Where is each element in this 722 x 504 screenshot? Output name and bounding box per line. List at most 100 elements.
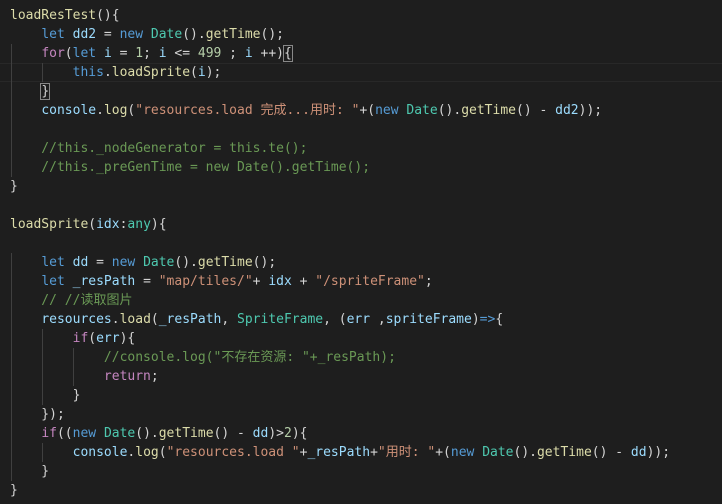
code-token: getTime: [536, 445, 592, 460]
code-token: new: [72, 426, 97, 441]
code-line[interactable]: });: [10, 405, 65, 424]
code-token: SpriteFrame: [237, 312, 324, 327]
code-token: ){: [150, 217, 167, 232]
code-token: .: [103, 65, 112, 80]
code-line[interactable]: if((new Date().getTime() - dd)>2){: [10, 424, 307, 443]
code-line[interactable]: //console.log("不存在资源: "+_resPath);: [10, 348, 396, 367]
code-token: });: [10, 407, 65, 422]
code-token: +(: [435, 445, 451, 460]
code-token: =: [135, 274, 159, 289]
code-token: this: [72, 65, 104, 80]
code-token: // //读取图片: [10, 293, 133, 308]
code-token: ;: [143, 46, 159, 61]
code-line[interactable]: let dd = new Date().getTime();: [10, 253, 276, 272]
code-line[interactable]: console.log("resources.load "+_resPath+"…: [10, 443, 670, 462]
code-line[interactable]: loadSprite(idx:any){: [10, 215, 167, 234]
code-token: )>: [268, 426, 284, 441]
code-token: dd2: [72, 27, 97, 42]
code-token: () -: [591, 445, 631, 460]
code-token: ++): [252, 46, 284, 61]
code-editor[interactable]: loadResTest(){ let dd2 = new Date().getT…: [0, 0, 722, 504]
code-token: err: [346, 312, 371, 327]
code-token: getTime: [461, 103, 516, 118]
code-token: "/spriteFrame": [315, 274, 425, 289]
code-token: _resPath: [72, 274, 136, 289]
code-line[interactable]: }: [10, 462, 49, 481]
code-line[interactable]: console.log("resources.load 完成...用时: "+(…: [10, 101, 602, 120]
code-line[interactable]: loadResTest(){: [10, 6, 120, 25]
code-token: new: [119, 27, 144, 42]
code-line[interactable]: let dd2 = new Date().getTime();: [10, 25, 284, 44]
code-token: ));: [578, 103, 603, 118]
code-token: }: [40, 83, 51, 100]
code-line[interactable]: if(err){: [10, 329, 136, 348]
code-token: }: [10, 464, 50, 479]
code-token: =: [96, 27, 120, 42]
code-token: _resPath: [158, 312, 222, 327]
code-token: +: [291, 274, 316, 289]
code-line[interactable]: for(let i = 1; i <= 499 ; i ++){: [10, 44, 293, 63]
code-token: err: [96, 331, 120, 346]
code-token: dd: [252, 426, 269, 441]
code-token: //this._nodeGenerator = this.te();: [10, 141, 308, 156]
code-token: "resources.load ": [166, 445, 300, 460]
code-token: ().: [135, 426, 159, 441]
code-token: load: [119, 312, 151, 327]
code-token: any: [127, 217, 151, 232]
code-token: (){: [96, 8, 120, 23]
code-token: getTime: [205, 27, 261, 42]
code-line[interactable]: this.loadSprite(i);: [10, 63, 222, 82]
code-token: i: [158, 46, 167, 61]
code-line[interactable]: // //读取图片: [10, 291, 132, 310]
code-line[interactable]: resources.load(_resPath, SpriteFrame, (e…: [10, 310, 503, 329]
code-line[interactable]: }: [10, 82, 51, 101]
code-line[interactable]: //this._preGenTime = new Date().getTime(…: [10, 158, 370, 177]
code-line[interactable]: }: [10, 177, 18, 196]
code-token: "map/tiles/": [158, 274, 253, 289]
code-token: let: [41, 255, 65, 270]
code-token: ();: [252, 255, 277, 270]
code-token: let: [41, 274, 65, 289]
code-token: ().: [437, 103, 462, 118]
code-line[interactable]: let _resPath = "map/tiles/"+ idx + "/spr…: [10, 272, 432, 291]
code-line[interactable]: }: [10, 481, 18, 500]
code-token: i: [244, 46, 253, 61]
code-token: console: [72, 445, 128, 460]
code-token: ,: [370, 312, 386, 327]
code-token: ));: [646, 445, 671, 460]
code-token: ().: [513, 445, 537, 460]
code-token: () -: [213, 426, 253, 441]
code-token: Date: [143, 255, 175, 270]
code-token: ;: [221, 46, 245, 61]
code-line[interactable]: }: [10, 386, 81, 405]
code-token: //console.log("不存在资源: "+_resPath);: [10, 350, 396, 365]
code-token: return: [103, 369, 151, 384]
code-token: Date: [103, 426, 136, 441]
code-token: ((: [56, 426, 73, 441]
code-token: (: [150, 312, 159, 327]
code-token: {: [283, 45, 293, 62]
code-token: () -: [516, 103, 556, 118]
code-token: <=: [166, 46, 198, 61]
code-token: (: [64, 46, 73, 61]
code-token: for: [41, 46, 65, 61]
code-token: }: [10, 388, 81, 403]
code-token: _resPath: [307, 445, 371, 460]
code-token: "resources.load 完成...用时: ": [135, 103, 360, 118]
code-line[interactable]: return;: [10, 367, 159, 386]
code-line[interactable]: //this._nodeGenerator = this.te();: [10, 139, 307, 158]
code-token: , (: [323, 312, 347, 327]
code-token: getTime: [197, 255, 253, 270]
code-token: .: [111, 312, 120, 327]
